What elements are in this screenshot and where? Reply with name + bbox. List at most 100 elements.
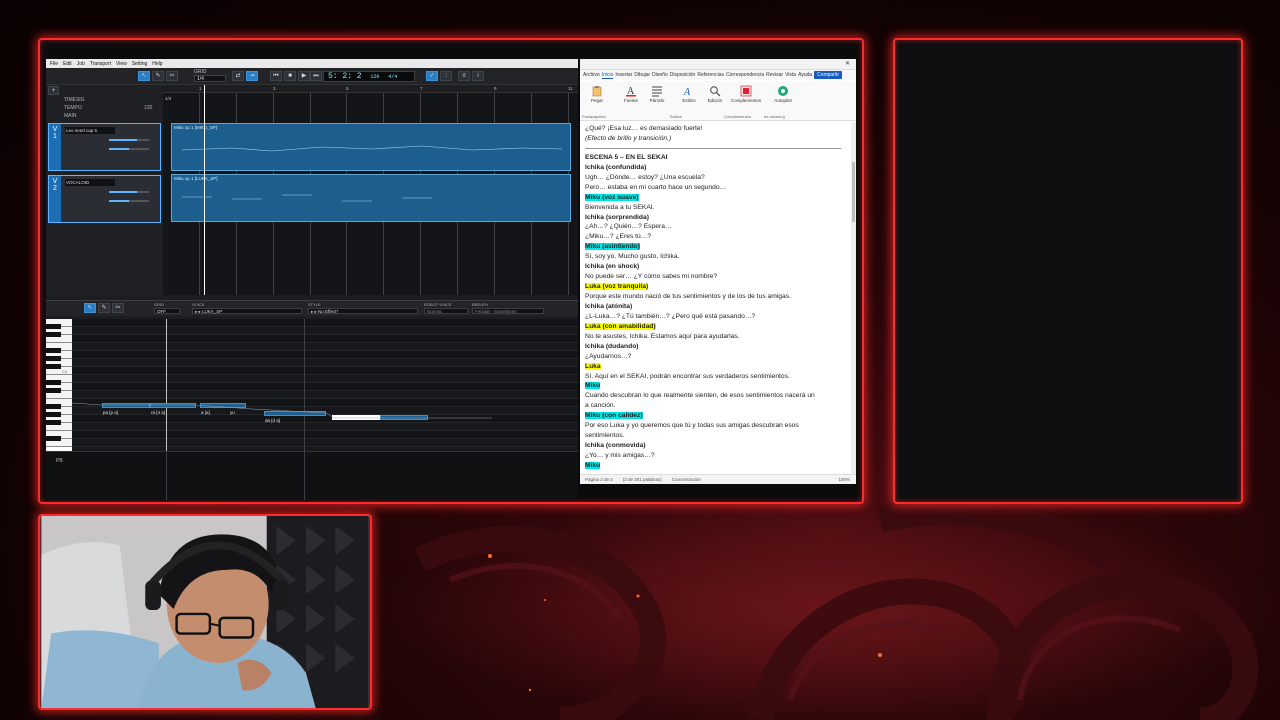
- tab-correspondencia[interactable]: Correspondencia: [726, 72, 764, 78]
- doc-text: Ichika (sorprendida): [585, 213, 649, 221]
- focus-indicator[interactable]: Concentración: [672, 475, 701, 484]
- piano-grid-select[interactable]: OFF: [154, 308, 180, 314]
- track-1-header[interactable]: V1 Leo need cap 5: [48, 123, 161, 171]
- piano-keyboard[interactable]: C4: [46, 319, 72, 451]
- tab-revisar[interactable]: Revisar: [766, 72, 783, 78]
- highlighted-text: Luka (voz tranquila): [585, 283, 649, 291]
- autopilot-button[interactable]: Autopilot: [768, 83, 798, 113]
- track-2-volume-slider[interactable]: [109, 191, 149, 193]
- font-button[interactable]: A Fuente: [618, 83, 644, 113]
- doc-line: Por eso Luka y yo queremos que tú y toda…: [585, 421, 852, 431]
- tab-insertar[interactable]: Insertar: [615, 72, 632, 78]
- menu-job[interactable]: Job: [77, 61, 85, 67]
- word-window: ✕ Archivo Inicio Insertar Dibujar Diseño…: [580, 59, 856, 484]
- track-2-pan-slider[interactable]: [109, 200, 149, 202]
- add-track-icon[interactable]: +: [48, 86, 59, 95]
- tab-diseno[interactable]: Diseño: [652, 72, 668, 78]
- tab-inicio[interactable]: Inicio: [601, 72, 614, 79]
- style-select[interactable]: ▸ ▸ No Effect*: [308, 308, 418, 314]
- piano-pointer-icon[interactable]: ↖: [84, 303, 96, 313]
- list-icon[interactable]: ≡: [458, 71, 470, 81]
- paste-button[interactable]: Pegar: [584, 83, 610, 113]
- grid-value[interactable]: 1/4: [194, 75, 226, 82]
- track-1-volume-slider[interactable]: [109, 139, 149, 141]
- metronome-icon[interactable]: ✓: [426, 71, 438, 81]
- play-icon[interactable]: ▶: [298, 71, 310, 81]
- tab-archivo[interactable]: Archivo: [583, 72, 600, 78]
- fast-forward-icon[interactable]: ⏭: [310, 71, 322, 81]
- doc-text: Ichika (dudando): [585, 342, 639, 350]
- addins-button[interactable]: Complementos: [728, 83, 764, 113]
- bar-line: [304, 452, 305, 500]
- doc-text: ESCENA 5 – EN EL SEKAI: [585, 153, 668, 161]
- tab-dibujar[interactable]: Dibujar: [634, 72, 650, 78]
- share-button[interactable]: Compartir: [814, 71, 842, 79]
- word-titlebar: ✕: [580, 59, 856, 70]
- track-2-number: V2: [49, 176, 61, 222]
- rewind-icon[interactable]: ⏮: [270, 71, 282, 81]
- mixer-icon[interactable]: ⫶: [440, 71, 452, 81]
- track-2-name[interactable]: VOCALOID: [65, 179, 115, 186]
- auto-scroll-icon[interactable]: ⇥: [246, 71, 258, 81]
- styles-button[interactable]: A Estilos: [676, 83, 702, 113]
- pitch-bend-curve: [72, 402, 492, 419]
- tab-vista[interactable]: Vista: [785, 72, 796, 78]
- parameter-lane[interactable]: PB: [46, 451, 578, 500]
- highlighted-text: Luka (con amabilidad): [585, 322, 656, 330]
- menu-setting[interactable]: Setting: [132, 61, 148, 67]
- ruler-mark: 3: [273, 86, 276, 91]
- scissors-tool-icon[interactable]: ✂: [166, 71, 178, 81]
- menu-transport[interactable]: Transport: [90, 61, 111, 67]
- tempo-readout: 120: [370, 74, 380, 80]
- paragraph-button[interactable]: Párrafo: [644, 83, 670, 113]
- tab-disposicion[interactable]: Disposición: [670, 72, 696, 78]
- webcam-frame: [38, 514, 372, 710]
- piano-scissors-icon[interactable]: ✂: [112, 303, 124, 313]
- zoom-level[interactable]: 100%: [838, 475, 856, 484]
- track-1-pitch-curve: [181, 145, 563, 152]
- menu-view[interactable]: View: [116, 61, 127, 67]
- track-1-pan-slider[interactable]: [109, 148, 149, 150]
- pointer-tool-icon[interactable]: ↖: [138, 71, 150, 81]
- autopilot-icon: [778, 86, 788, 96]
- document-scrollbar[interactable]: [851, 122, 856, 474]
- track-1-name[interactable]: Leo need cap 5: [65, 127, 115, 134]
- position-display: 5: 2: 2 120 4/4: [323, 71, 415, 82]
- menu-help[interactable]: Help: [152, 61, 162, 67]
- doc-line: Miku (asintiendo): [585, 242, 852, 252]
- loop-icon[interactable]: ⇄: [232, 71, 244, 81]
- arrangement-timeline[interactable]: 1 3 5 7 9 11 4/4 Miku op 1 [MIKU_SP] Mik…: [163, 85, 578, 295]
- timeline-playhead[interactable]: [204, 85, 205, 295]
- menu-edit[interactable]: Edit: [63, 61, 72, 67]
- grid-selector[interactable]: GRID 1/4: [194, 69, 226, 84]
- timeline-ruler[interactable]: 1 3 5 7 9 11: [163, 85, 578, 93]
- font-icon: A: [626, 86, 636, 97]
- tab-referencias[interactable]: Referencias: [697, 72, 724, 78]
- stop-icon[interactable]: ■: [284, 71, 296, 81]
- voice-select[interactable]: ▸ ▸ LUKA_SP: [192, 308, 302, 314]
- voice-label: VOICE: [192, 302, 205, 307]
- menu-file[interactable]: File: [50, 61, 58, 67]
- tab-ayuda[interactable]: Ayuda: [798, 72, 812, 78]
- track-2-header[interactable]: V2 VOCALOID: [48, 175, 161, 223]
- robot-voice-select[interactable]: Normal: [424, 308, 468, 314]
- document-body[interactable]: ¿Qué? ¡Esa luz… es demasiado fuerte! (Ef…: [580, 122, 856, 474]
- word-count[interactable]: (3 de 301 palabras): [623, 475, 662, 484]
- editing-button[interactable]: Edición: [702, 83, 728, 113]
- info-icon[interactable]: i: [472, 71, 484, 81]
- track-2-clip[interactable]: Miku op 1 [LUKA_SP]: [171, 174, 571, 222]
- doc-text: Sí, soy yo. Mucho gusto, Ichika.: [585, 253, 680, 261]
- breath-select[interactable]: Female - Sometimes: [472, 308, 544, 314]
- doc-line: Ichika (en shock): [585, 262, 852, 272]
- close-icon[interactable]: ✕: [845, 60, 850, 67]
- track-1-clip[interactable]: Miku op 1 [MIKU_SP]: [171, 123, 571, 171]
- page-indicator[interactable]: Página 2 de 2: [585, 475, 613, 484]
- piano-roll-grid[interactable]: pa [p a] ra [4 a] a [a] yu da [d a]: [72, 319, 578, 451]
- doc-text: ¿L-Luka…? ¿Tú también…? ¿Pero qué está p…: [585, 312, 756, 320]
- doc-text: a canción.: [585, 402, 616, 410]
- doc-line: No te asustes, Ichika. Estamos aquí para…: [585, 332, 852, 342]
- highlighted-text: Miku (con calidez): [585, 412, 643, 420]
- pencil-tool-icon[interactable]: ✎: [152, 71, 164, 81]
- piano-grid-label: GRID: [154, 302, 164, 307]
- piano-pencil-icon[interactable]: ✎: [98, 303, 110, 313]
